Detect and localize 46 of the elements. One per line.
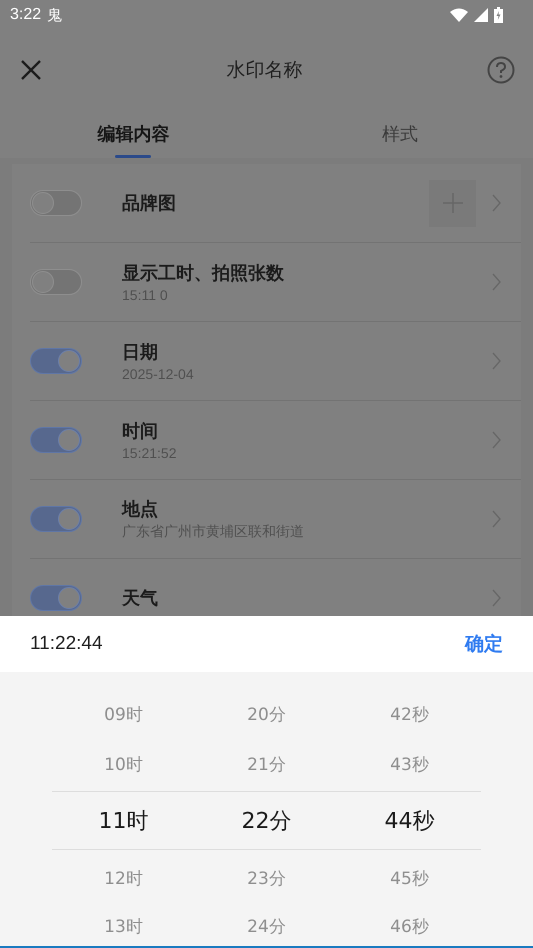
- wheel-option[interactable]: 13时: [104, 914, 143, 938]
- wheel-option[interactable]: 20分: [247, 702, 286, 726]
- toggle-switch[interactable]: [30, 427, 82, 453]
- item-title: 地点: [122, 498, 159, 521]
- toggle-switch[interactable]: [30, 585, 82, 611]
- wheel-option[interactable]: 44秒: [384, 806, 434, 836]
- wheel-option[interactable]: 45秒: [390, 866, 429, 890]
- notification-glyph: 鬼: [47, 6, 62, 24]
- wheel-option[interactable]: 10时: [104, 752, 143, 776]
- chevron-right-icon[interactable]: [492, 510, 501, 528]
- wheel-option[interactable]: 12时: [104, 866, 143, 890]
- wheel-option[interactable]: 09时: [104, 702, 143, 726]
- chevron-right-icon[interactable]: [492, 352, 501, 370]
- chevron-right-icon[interactable]: [492, 431, 501, 449]
- item-title: 显示工时、拍照张数: [122, 262, 285, 285]
- item-title: 品牌图: [122, 192, 177, 215]
- wheel-option[interactable]: 46秒: [390, 914, 429, 938]
- add-image-button[interactable]: [429, 180, 476, 226]
- wheel-option[interactable]: 22分: [242, 806, 292, 836]
- chevron-right-icon[interactable]: [492, 273, 501, 291]
- confirm-button[interactable]: 确定: [465, 631, 503, 657]
- wheel-option[interactable]: 24分: [247, 914, 286, 938]
- chevron-right-icon[interactable]: [492, 194, 501, 212]
- wheel-option[interactable]: 11时: [98, 806, 148, 836]
- help-icon: [487, 56, 515, 84]
- item-title: 时间: [122, 420, 159, 443]
- wheel-option[interactable]: 23分: [247, 866, 286, 890]
- signal-icon: [474, 8, 488, 22]
- battery-icon: [494, 7, 503, 23]
- selected-time: 11:22:44: [30, 633, 103, 655]
- wheel-option[interactable]: 21分: [247, 752, 286, 776]
- toggle-switch[interactable]: [30, 506, 82, 532]
- toggle-switch[interactable]: [30, 190, 82, 216]
- wheel-option[interactable]: 43秒: [390, 752, 429, 776]
- tab[interactable]: 样式: [266, 110, 533, 158]
- close-icon: [20, 59, 42, 81]
- toggle-switch[interactable]: [30, 269, 82, 295]
- status-time: 3:22: [10, 6, 42, 24]
- item-title: 天气: [122, 587, 159, 610]
- toggle-switch[interactable]: [30, 348, 82, 374]
- item-title: 日期: [122, 341, 159, 364]
- chevron-right-icon[interactable]: [492, 589, 501, 607]
- wheel-option[interactable]: 42秒: [390, 702, 429, 726]
- page-title: 水印名称: [226, 58, 302, 83]
- wifi-icon: [450, 8, 468, 22]
- tab[interactable]: 编辑内容: [0, 110, 266, 158]
